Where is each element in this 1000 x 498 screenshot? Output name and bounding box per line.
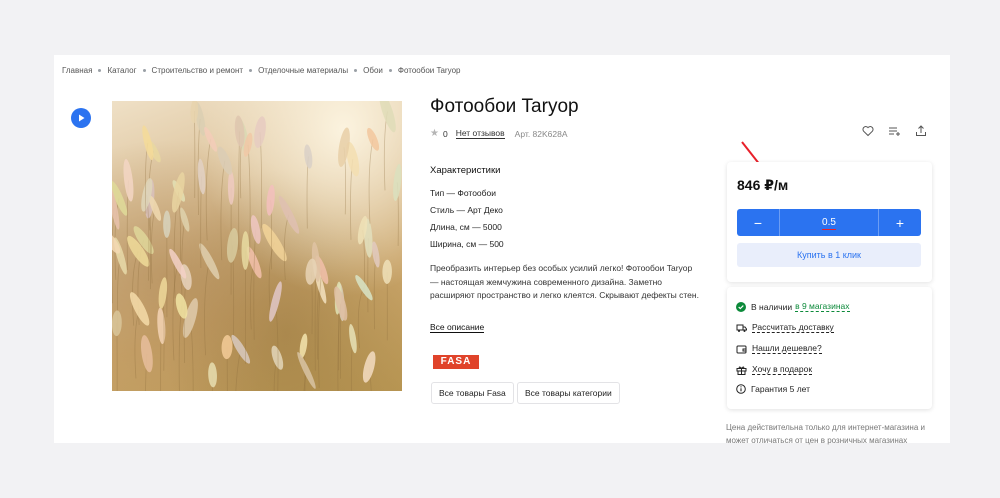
stock-text: В наличии: [751, 301, 793, 312]
price: 846 ₽/м: [737, 177, 789, 193]
gift-link[interactable]: Хочу в подарок: [752, 364, 813, 375]
grass-pattern: [112, 101, 402, 391]
info-box: В наличии в 9 магазинах Рассчитать доста…: [727, 287, 932, 409]
gift-icon: [736, 366, 747, 375]
char-length: Длина, см — 5000: [430, 222, 502, 232]
warranty-text: Гарантия 5 лет: [751, 384, 810, 394]
brand-logo[interactable]: FASA: [433, 355, 479, 369]
reviews-link[interactable]: Нет отзывов: [455, 128, 505, 139]
found-cheaper-link[interactable]: Нашли дешевле?: [752, 343, 822, 354]
play-video-button[interactable]: [71, 108, 91, 128]
breadcrumb-home[interactable]: Главная: [62, 66, 92, 75]
char-style: Стиль — Арт Деко: [430, 205, 503, 215]
truck-icon: [736, 324, 747, 332]
breadcrumb-current: Фотообои Taryop: [397, 66, 461, 75]
compare-icon[interactable]: [888, 125, 901, 137]
brand-logo-text: FASA: [440, 356, 472, 367]
char-type: Тип — Фотообои: [430, 188, 496, 198]
stock-row: В наличии в 9 магазинах: [736, 301, 850, 312]
breadcrumb-finishing[interactable]: Отделочные материалы: [258, 66, 348, 75]
breadcrumb-construction[interactable]: Строительство и ремонт: [152, 66, 244, 75]
warranty-row: Гарантия 5 лет: [736, 384, 810, 394]
delivery-row[interactable]: Рассчитать доставку: [736, 322, 834, 333]
product-description: Преобразить интерьер без особых усилий л…: [430, 263, 699, 300]
quantity-value: 0.5: [822, 217, 836, 230]
increase-button[interactable]: +: [879, 215, 921, 231]
product-title: Фотообои Taryop: [430, 96, 579, 117]
product-image[interactable]: [112, 101, 402, 391]
article-number: Арт. 82K628A: [514, 128, 568, 139]
gift-row[interactable]: Хочу в подарок: [736, 364, 813, 375]
char-width: Ширина, см — 500: [430, 239, 504, 249]
breadcrumb-wallpaper[interactable]: Обои: [363, 66, 383, 75]
stock-stores-link[interactable]: в 9 магазинах: [795, 301, 850, 312]
buy-box: 846 ₽/м − 0.5 + Купить в 1 клик: [727, 162, 932, 282]
product-meta: ★ 0 Нет отзывов Арт. 82K628A: [430, 128, 568, 139]
all-category-products-button[interactable]: Все товары категории: [517, 382, 620, 404]
rating-value: 0: [442, 128, 448, 139]
breadcrumb-catalog[interactable]: Каталог: [107, 66, 136, 75]
breadcrumb: Главная Каталог Строительство и ремонт О…: [62, 66, 460, 75]
wallet-icon: [736, 345, 747, 353]
buy-one-click-button[interactable]: Купить в 1 клик: [737, 243, 921, 267]
full-description-link[interactable]: Все описание: [430, 322, 485, 333]
info-circle-icon: [736, 384, 746, 394]
characteristics-title: Характеристики: [430, 165, 501, 176]
decrease-button[interactable]: −: [737, 215, 779, 231]
delivery-link[interactable]: Рассчитать доставку: [752, 322, 834, 333]
check-circle-icon: [736, 301, 746, 312]
star-icon: ★: [430, 128, 439, 139]
play-icon: [79, 114, 85, 122]
all-brand-products-button[interactable]: Все товары Fasa: [431, 382, 514, 404]
quantity-stepper: − 0.5 +: [737, 209, 921, 236]
characteristics-list: Тип — Фотообои Стиль — Арт Деко Длина, с…: [430, 185, 504, 253]
heart-icon[interactable]: [862, 125, 874, 137]
quantity-input[interactable]: 0.5: [779, 209, 879, 236]
share-icon[interactable]: [915, 125, 927, 137]
cheaper-row[interactable]: Нашли дешевле?: [736, 343, 822, 354]
price-note: Цена действительна только для интернет-м…: [726, 423, 925, 445]
